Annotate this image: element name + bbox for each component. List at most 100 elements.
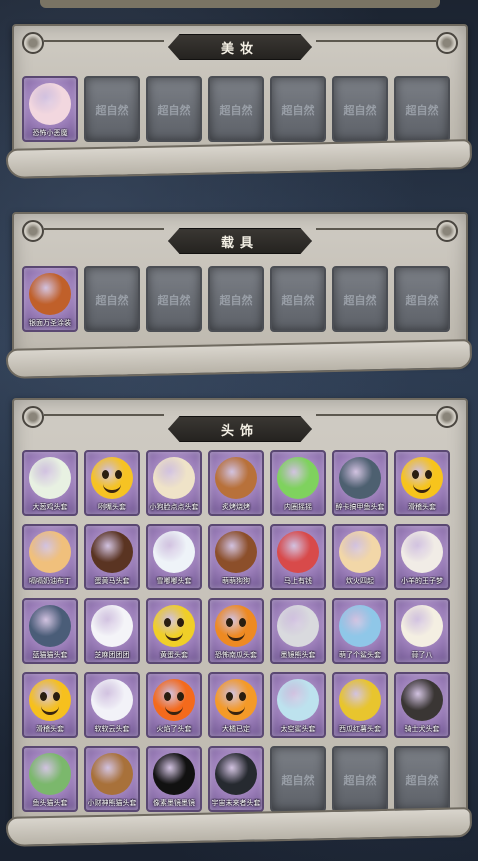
candle-icon: [339, 531, 381, 573]
item-slot[interactable]: 滑稽头套: [22, 672, 78, 738]
item-slot[interactable]: 鱼头猫头套: [22, 746, 78, 812]
watermark-label: 超自然: [405, 294, 439, 307]
item-slot[interactable]: 嗝嗝奶油布丁: [22, 524, 78, 590]
item-slot[interactable]: 黄蛋头套: [146, 598, 202, 664]
vehicle-panel: 载具 银面万圣涂装 超自然 超自然 超自然 超自然 超自然 超自然: [5, 212, 473, 379]
item-slot[interactable]: 萌了个鲨头套: [332, 598, 388, 664]
face-eye: [226, 692, 233, 701]
orange-icon: [215, 679, 257, 721]
item-slot[interactable]: 内圈摇摇: [270, 450, 326, 516]
face-eye: [412, 470, 419, 479]
item-slot[interactable]: 炊火四起: [332, 524, 388, 590]
item-slot[interactable]: 小羊的王子梦: [394, 524, 450, 590]
empty-slot: 超自然: [394, 746, 450, 812]
item-slot[interactable]: 大橘已定: [208, 672, 264, 738]
lamb-icon: [401, 531, 443, 573]
item-name: 内圈摇摇: [284, 503, 312, 511]
face-eye: [102, 470, 109, 479]
item-slot[interactable]: 萌萌狗狗: [208, 524, 264, 590]
face-mouth: [227, 631, 245, 641]
item-slot[interactable]: 软软云头套: [84, 672, 140, 738]
item-grid: 恐怖小恶魔 超自然 超自然 超自然 超自然 超自然 超自然: [22, 76, 450, 142]
item-slot[interactable]: 小狗脸点点头套: [146, 450, 202, 516]
item-name: 软软云头套: [94, 725, 130, 733]
item-slot[interactable]: 墨镜熊头套: [270, 598, 326, 664]
item-name: 滑稽头套: [36, 725, 64, 733]
item-grid: 银面万圣涂装 超自然 超自然 超自然 超自然 超自然 超自然: [22, 266, 450, 332]
toast-icon: [215, 457, 257, 499]
item-slot[interactable]: 骑士犬头套: [394, 672, 450, 738]
bear-sunglasses-icon: [277, 605, 319, 647]
watermark-label: 超自然: [405, 104, 439, 117]
item-name: 咧嘴头套: [98, 503, 126, 511]
empty-slot: 超自然: [208, 266, 264, 332]
previous-panel-edge: [40, 0, 440, 8]
ornament-line: [316, 414, 436, 416]
item-slot[interactable]: 蛋黄马头套: [84, 524, 140, 590]
item-slot[interactable]: 咧嘴头套: [84, 450, 140, 516]
dog-face-icon: [153, 457, 195, 499]
item-slot[interactable]: 芝麻团团团: [84, 598, 140, 664]
item-slot[interactable]: 恐怖小恶魔: [22, 76, 78, 142]
item-slot[interactable]: 雪嘟嘟头套: [146, 524, 202, 590]
item-name: 炊火四起: [346, 577, 374, 585]
section-title: 头饰: [168, 416, 312, 442]
item-slot[interactable]: 宇宙未来者头套: [208, 746, 264, 812]
watermark-label: 超自然: [281, 294, 315, 307]
ornament-icon: [22, 406, 44, 428]
item-slot[interactable]: 蓝猫猫头套: [22, 598, 78, 664]
empty-slot: 超自然: [270, 76, 326, 142]
scroll-edge: [5, 139, 473, 179]
shark-head-icon: [339, 605, 381, 647]
item-slot[interactable]: 蒜了八: [394, 598, 450, 664]
red-horse-icon: [277, 531, 319, 573]
item-slot[interactable]: 大葱鸡头套: [22, 450, 78, 516]
horse-head-icon: [91, 531, 133, 573]
item-slot[interactable]: 醉卡搞甲鱼头套: [332, 450, 388, 516]
item-name: 醉卡搞甲鱼头套: [335, 503, 385, 511]
face-eye: [115, 470, 122, 479]
item-name: 像素墨镜墨镜: [153, 799, 195, 807]
item-slot[interactable]: 滑稽头套: [394, 450, 450, 516]
empty-slot: 超自然: [270, 266, 326, 332]
watermark-label: 超自然: [157, 104, 191, 117]
seal-head-icon: [339, 457, 381, 499]
ornament-icon: [22, 220, 44, 242]
item-slot[interactable]: 恐怖南瓜头套: [208, 598, 264, 664]
fish-head-icon: [29, 753, 71, 795]
item-slot[interactable]: 太空鲨头套: [270, 672, 326, 738]
item-name: 西瓜红薯头套: [339, 725, 381, 733]
scallion-head-icon: [29, 457, 71, 499]
item-name: 嗝嗝奶油布丁: [29, 577, 71, 585]
face-eye: [164, 618, 171, 627]
item-slot[interactable]: 像素墨镜墨镜: [146, 746, 202, 812]
item-slot[interactable]: 马上有钱: [270, 524, 326, 590]
face-eye: [40, 692, 47, 701]
scroll-edge: [5, 339, 473, 379]
item-slot[interactable]: 炙烤烧烤: [208, 450, 264, 516]
face-mouth: [41, 705, 59, 715]
item-slot[interactable]: 银面万圣涂装: [22, 266, 78, 332]
face-eye: [164, 692, 171, 701]
empty-slot: 超自然: [84, 266, 140, 332]
watermark-label: 超自然: [281, 104, 315, 117]
watermark-label: 超自然: [343, 294, 377, 307]
item-name: 大葱鸡头套: [32, 503, 68, 511]
item-name: 银面万圣涂装: [29, 319, 71, 327]
pikachu-icon: [339, 679, 381, 721]
item-slot[interactable]: 火焰了头套: [146, 672, 202, 738]
item-grid: 大葱鸡头套 咧嘴头套 小狗脸点点头套 炙烤烧烤 内圈摇摇 醉卡搞甲鱼头套 滑稽头套 嗝嗝奶油布…: [22, 450, 450, 812]
watermark-label: 超自然: [281, 774, 315, 787]
watermark-label: 超自然: [95, 104, 129, 117]
item-name: 恐怖小恶魔: [32, 129, 68, 137]
item-name: 宇宙未来者头套: [211, 799, 261, 807]
item-name: 蛋黄马头套: [94, 577, 130, 585]
astronaut-helmet-icon: [215, 753, 257, 795]
item-name: 蓝猫猫头套: [32, 651, 68, 659]
watermark-label: 超自然: [219, 104, 253, 117]
item-name: 马上有钱: [284, 577, 312, 585]
dumpling-icon: [91, 605, 133, 647]
item-slot[interactable]: 西瓜红薯头套: [332, 672, 388, 738]
item-slot[interactable]: 小财神熊猫头套: [84, 746, 140, 812]
item-name: 萌萌狗狗: [222, 577, 250, 585]
